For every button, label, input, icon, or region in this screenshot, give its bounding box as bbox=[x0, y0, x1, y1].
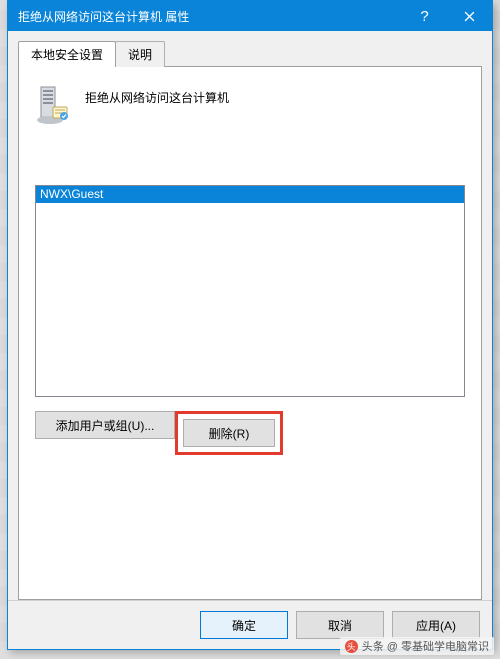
ok-button[interactable]: 确定 bbox=[200, 611, 288, 639]
properties-dialog: 拒绝从网络访问这台计算机 属性 ? 本地安全设置 说明 bbox=[7, 0, 493, 650]
tab-local-security[interactable]: 本地安全设置 bbox=[18, 41, 116, 67]
watermark-icon: 头 bbox=[345, 640, 358, 653]
tab-strip: 本地安全设置 说明 bbox=[18, 41, 482, 67]
list-button-row: 添加用户或组(U)... 删除(R) bbox=[35, 411, 465, 455]
remove-button[interactable]: 删除(R) bbox=[183, 419, 275, 447]
watermark: 头 头条 @ 零基础学电脑常识 bbox=[340, 637, 494, 655]
add-user-group-button[interactable]: 添加用户或组(U)... bbox=[35, 411, 175, 439]
watermark-text: 头条 @ 零基础学电脑常识 bbox=[362, 638, 489, 654]
close-icon bbox=[464, 11, 475, 22]
tab-explain[interactable]: 说明 bbox=[115, 41, 165, 67]
tab-panel: 拒绝从网络访问这台计算机 NWX\Guest 添加用户或组(U)... 删除(R… bbox=[18, 66, 482, 600]
policy-header: 拒绝从网络访问这台计算机 bbox=[35, 85, 465, 125]
close-button[interactable] bbox=[447, 1, 492, 31]
remove-highlight: 删除(R) bbox=[175, 411, 283, 455]
user-listbox[interactable]: NWX\Guest bbox=[35, 185, 465, 397]
help-button[interactable]: ? bbox=[402, 1, 447, 31]
apply-button[interactable]: 应用(A) bbox=[392, 611, 480, 639]
list-item[interactable]: NWX\Guest bbox=[36, 186, 464, 203]
spacer bbox=[35, 455, 465, 583]
server-icon bbox=[35, 85, 71, 125]
policy-label: 拒绝从网络访问这台计算机 bbox=[85, 85, 229, 106]
title-bar: 拒绝从网络访问这台计算机 属性 ? bbox=[8, 1, 492, 31]
dialog-body: 本地安全设置 说明 拒绝从网络访问这台计算机 bbox=[8, 31, 492, 600]
window-title: 拒绝从网络访问这台计算机 属性 bbox=[18, 8, 402, 25]
cancel-button[interactable]: 取消 bbox=[296, 611, 384, 639]
